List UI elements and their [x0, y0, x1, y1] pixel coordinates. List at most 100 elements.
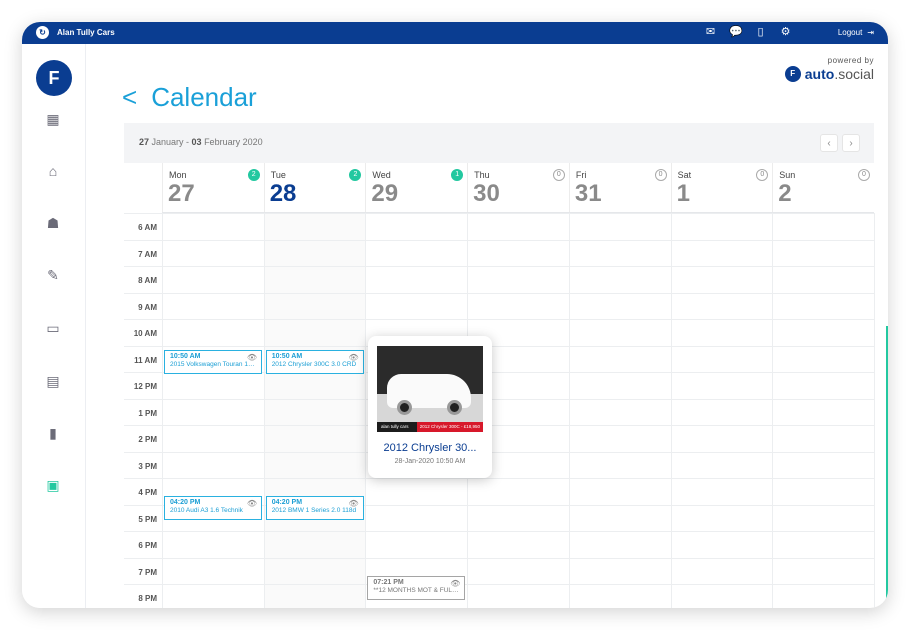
logout-label: Logout: [837, 28, 863, 37]
app-title: Alan Tully Cars: [57, 28, 115, 37]
event-count-badge: 0: [552, 169, 565, 181]
calendar-event[interactable]: 10:50 AM 2012 Chrysler 300C 3.0 CRD 👁: [265, 349, 364, 374]
day-number: 1: [676, 180, 690, 207]
event-time: 04:20 PM: [170, 498, 201, 506]
eye-icon[interactable]: 👁: [247, 353, 257, 362]
brand-bold: auto: [804, 66, 835, 82]
day-column-divider: [670, 213, 672, 608]
banner-price: 2012 Chrysler 300C - £18,950: [416, 422, 483, 432]
event-title: 2015 Volkswagen Touran 1.6 TDI: [170, 360, 256, 368]
day-name: Tue: [270, 170, 286, 180]
car-photo: alan tully cars 2012 Chrysler 300C - £18,…: [377, 346, 483, 432]
edit-document-icon[interactable]: ✎: [44, 266, 62, 284]
eye-icon[interactable]: 👁: [349, 499, 359, 508]
hour-label: 6 PM: [138, 541, 157, 550]
eye-icon[interactable]: 👁: [349, 353, 359, 362]
showroom-icon[interactable]: ⌂: [44, 162, 62, 180]
event-title: 2012 BMW 1 Series 2.0 118d: [271, 506, 357, 514]
calendar-event[interactable]: 10:50 AM 2015 Volkswagen Touran 1.6 TDI 👁: [164, 349, 262, 374]
phone-icon[interactable]: ▯: [754, 26, 767, 39]
hour-row: 3 PM: [124, 451, 874, 479]
photo-banner: alan tully cars 2012 Chrysler 300C - £18,…: [377, 422, 483, 432]
day-header-tue[interactable]: Tue 28 2: [263, 163, 366, 212]
hour-row: 7 AM: [124, 239, 874, 267]
prev-week-button[interactable]: ‹: [820, 134, 838, 152]
event-count-badge: 0: [756, 169, 769, 181]
car-wheel: [447, 400, 462, 415]
dashboard-icon[interactable]: ▦: [44, 110, 62, 128]
range-end-day: 03: [191, 137, 202, 147]
hour-row: 12 PM: [124, 372, 874, 399]
app-window: ↻ Alan Tully Cars ✉ 💬 ▯ ⚙ Logout ⇥ F ▦ ⌂ ☗ ✎ ▭ ▤…: [22, 22, 888, 608]
sidebar-logo-icon[interactable]: F: [36, 60, 72, 96]
news-icon[interactable]: ▤: [44, 372, 62, 390]
powered-by-brand[interactable]: F auto.social: [784, 66, 874, 82]
day-name: Sun: [779, 170, 796, 180]
event-count-badge: 0: [654, 169, 667, 181]
day-headers: Mon 27 2 Tue 28 2 Wed 29 1 Thu 30 0 Fri 31 0 Sat 1 0 Sun 2 0: [162, 163, 874, 213]
hour-label: 10 AM: [133, 329, 157, 338]
logout-button[interactable]: Logout ⇥: [838, 28, 874, 37]
hour-row: 1 PM: [124, 398, 874, 426]
calendar-event[interactable]: 07:21 PM**12 MONTHS MOT & FULL SERVICE**…: [367, 575, 466, 600]
day-name: Thu: [474, 170, 490, 180]
day-header-sun[interactable]: Sun 2 0: [772, 163, 874, 212]
hour-label: 4 PM: [138, 488, 157, 497]
day-number: 28: [269, 180, 297, 207]
day-column-divider: [873, 213, 875, 608]
event-title: 2012 Chrysler 300C 3.0 CRD: [271, 360, 357, 368]
eye-icon[interactable]: 👁: [247, 499, 257, 508]
brand-logo-icon: ↻: [36, 26, 49, 39]
hour-label: 1 PM: [138, 408, 157, 418]
top-icons: ✉ 💬 ▯ ⚙: [704, 26, 792, 39]
calendar-event[interactable]: 04:20 PM 2010 Audi A3 1.6 Technik 👁: [164, 495, 262, 520]
hour-label: 5 PM: [138, 514, 157, 524]
car-wheel: [397, 400, 412, 415]
event-title: **12 MONTHS MOT & FULL SERVICE**: [373, 586, 459, 594]
hour-row: 6 PM: [124, 531, 874, 558]
chat-icon[interactable]: 💬: [729, 26, 743, 39]
day-name: Sat: [677, 170, 692, 180]
logout-icon: ⇥: [867, 28, 874, 37]
day-header-mon[interactable]: Mon 27 2: [162, 163, 264, 212]
analytics-icon[interactable]: ▮: [44, 424, 62, 442]
hour-label: 2 PM: [138, 435, 157, 444]
day-header-sat[interactable]: Sat 1 0: [670, 163, 773, 212]
hour-row: 7 PM: [124, 557, 874, 585]
day-column-divider: [365, 213, 367, 608]
range-start-month: January -: [149, 137, 192, 147]
gear-icon[interactable]: ⚙: [779, 26, 792, 39]
hour-row: 10 AM: [124, 319, 874, 346]
calendar-icon[interactable]: ▣: [44, 476, 62, 494]
preview-title: 2012 Chrysler 30...: [383, 442, 477, 454]
event-title: 2010 Audi A3 1.6 Technik: [170, 506, 243, 514]
hour-label: 12 PM: [133, 382, 157, 391]
eye-icon[interactable]: 👁: [450, 579, 460, 588]
day-header-wed[interactable]: Wed 29 1: [365, 163, 467, 212]
day-number: 2: [778, 180, 792, 207]
range-end-month: February 2020: [201, 137, 263, 147]
day-column-divider: [568, 213, 570, 608]
day-column-divider: [772, 213, 774, 608]
back-chevron-icon[interactable]: <: [122, 82, 137, 113]
day-name: Fri: [575, 170, 587, 180]
top-bar: ↻ Alan Tully Cars ✉ 💬 ▯ ⚙ Logout ⇥: [22, 22, 888, 44]
hour-row: 2 PM: [124, 425, 874, 452]
hour-row: 9 AM: [124, 292, 874, 320]
brand-light: social: [838, 66, 874, 82]
mail-icon[interactable]: ✉: [704, 26, 717, 39]
brand[interactable]: ↻ Alan Tully Cars: [36, 26, 115, 39]
event-count-badge: 1: [451, 169, 464, 181]
event-time: 10:50 AM: [271, 352, 303, 360]
hour-label: 9 AM: [138, 302, 157, 312]
next-week-button[interactable]: ›: [842, 134, 860, 152]
day-column-divider: [263, 213, 265, 608]
monitor-icon[interactable]: ▭: [44, 319, 62, 337]
day-name: Wed: [372, 170, 391, 180]
event-preview-card[interactable]: alan tully cars 2012 Chrysler 300C - £18,…: [368, 336, 492, 478]
day-header-thu[interactable]: Thu 30 0: [467, 163, 569, 212]
robot-icon[interactable]: ☗: [44, 214, 62, 232]
day-header-fri[interactable]: Fri 31 0: [568, 163, 671, 212]
event-count-badge: 2: [247, 169, 260, 181]
calendar-event[interactable]: 04:20 PM 2012 BMW 1 Series 2.0 118d 👁: [265, 495, 364, 520]
